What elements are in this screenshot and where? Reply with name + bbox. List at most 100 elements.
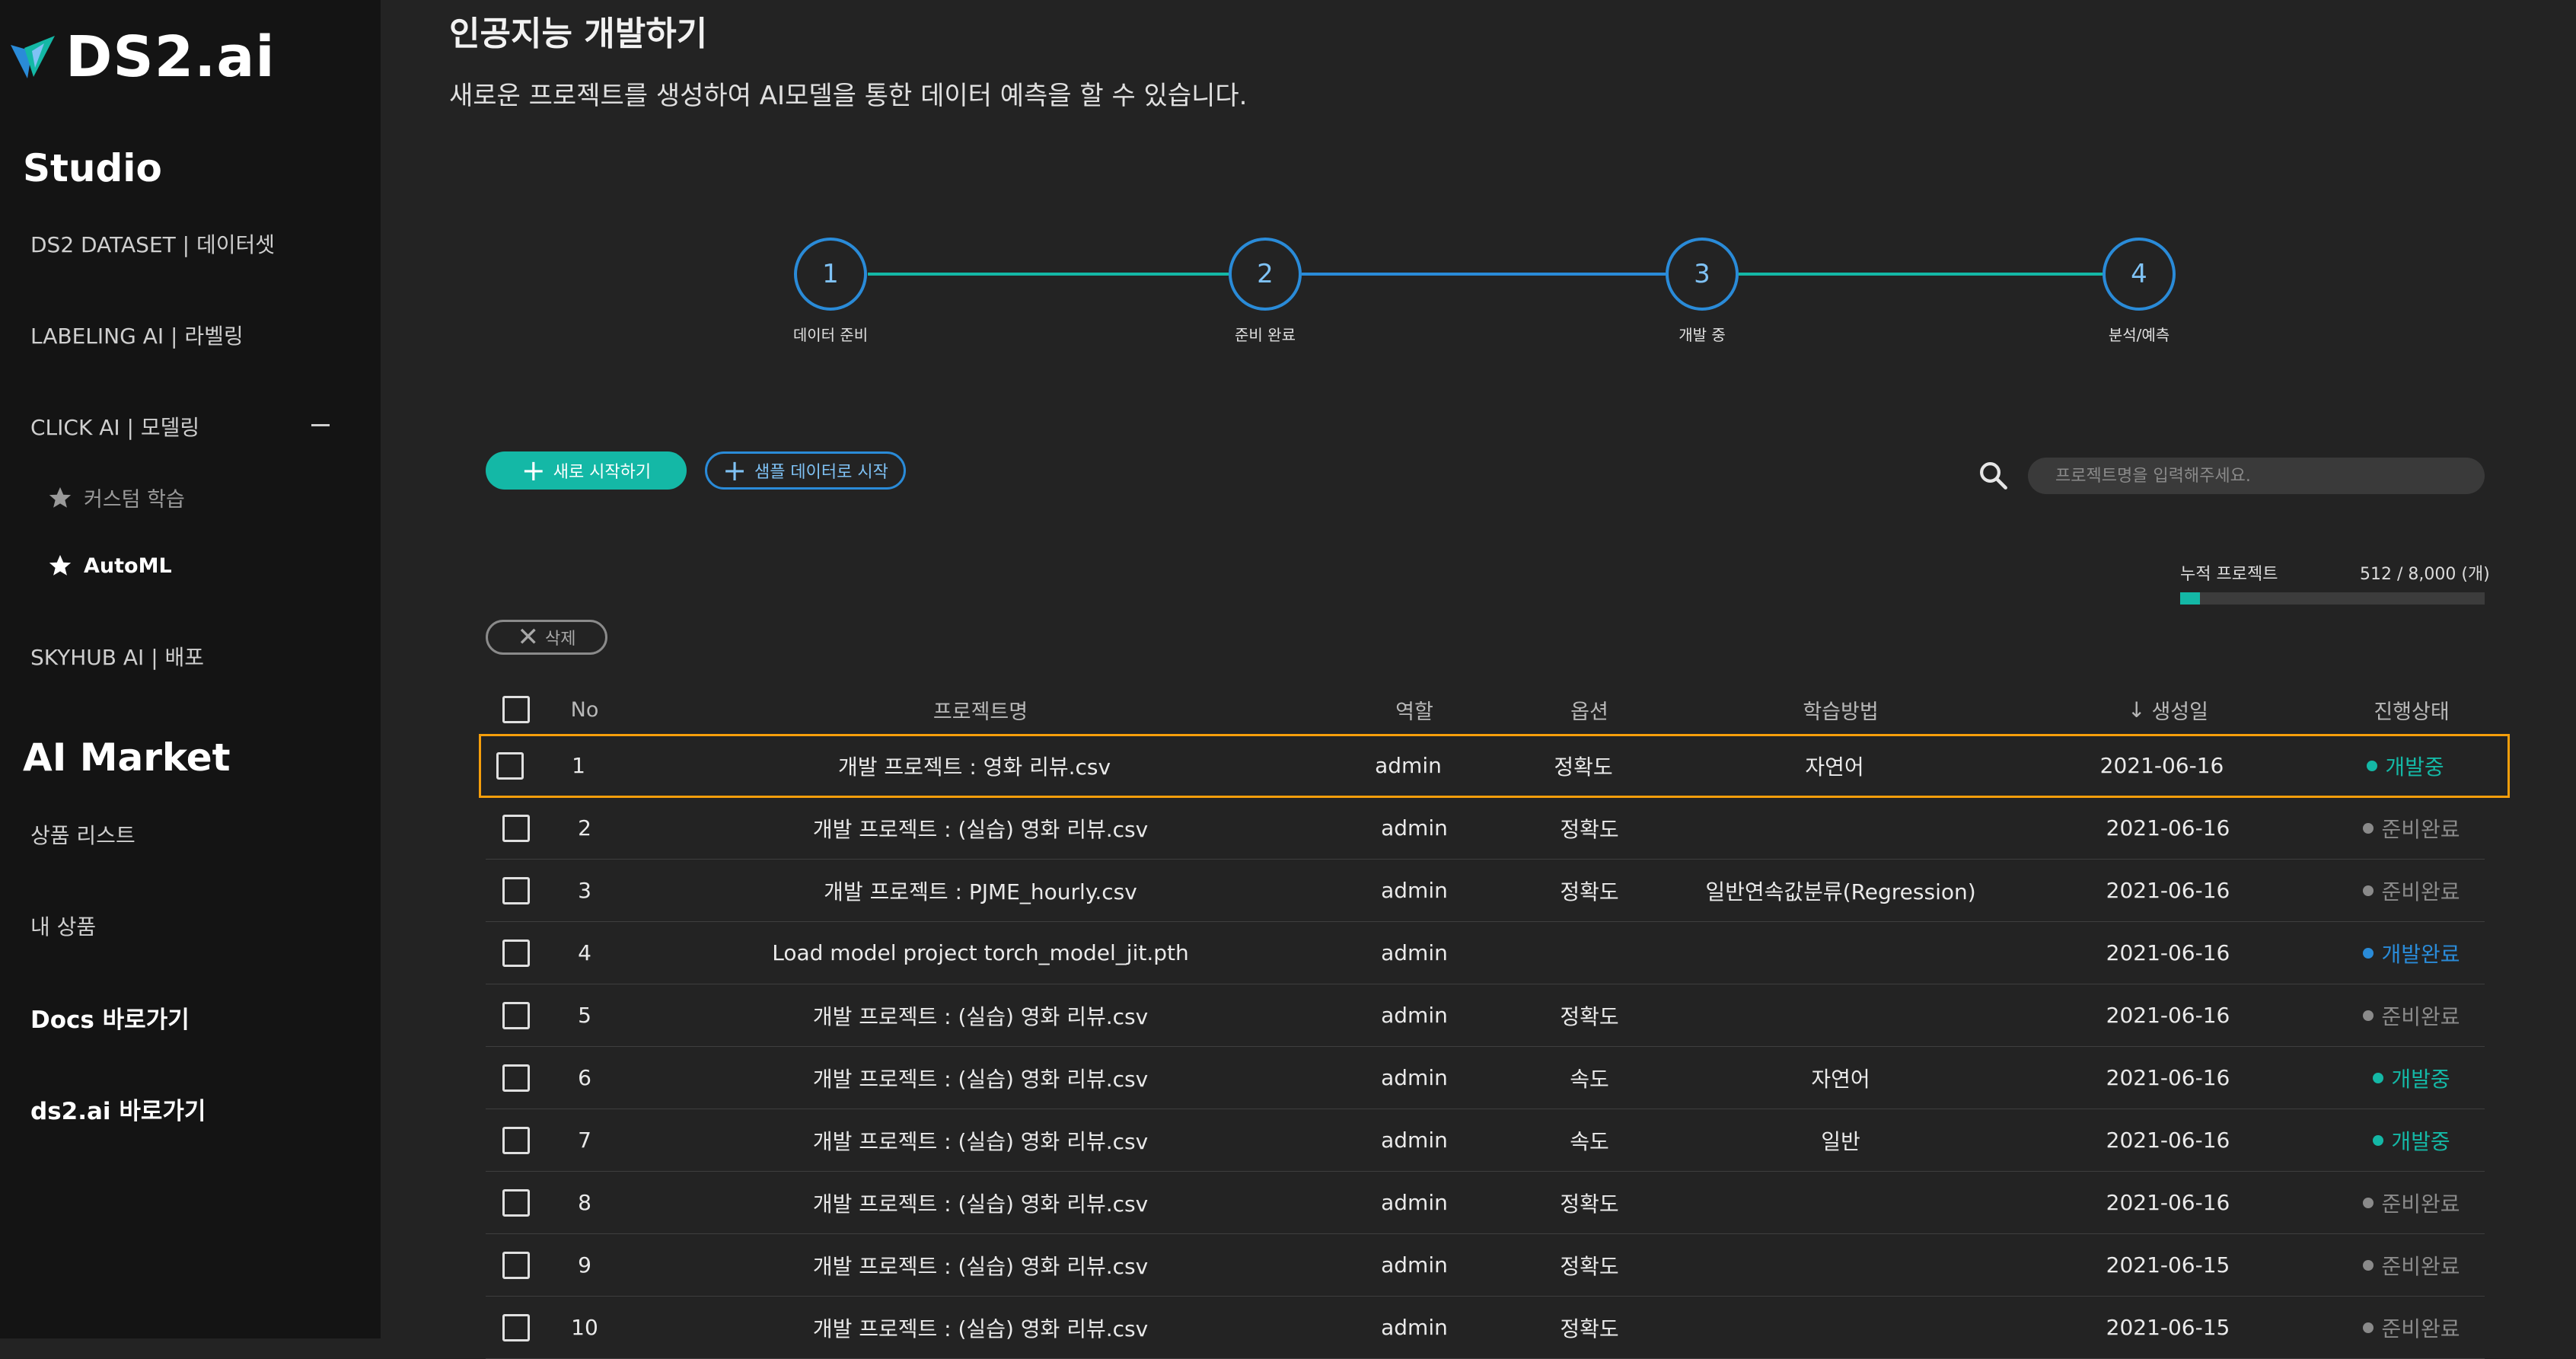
status-dot-icon	[2363, 885, 2374, 896]
row-option	[1490, 922, 1688, 984]
table-row[interactable]: 7 개발 프로젝트 : (실습) 영화 리뷰.csv admin 속도 일반 2021-0…	[486, 1109, 2485, 1172]
row-method: 일반	[1821, 1128, 1860, 1154]
row-option: 속도	[1570, 1128, 1609, 1154]
row-no: 1	[572, 753, 585, 778]
row-date: 2021-06-15	[2106, 1315, 2230, 1340]
table-row[interactable]: 10 개발 프로젝트 : (실습) 영화 리뷰.csv admin 정확도 2021-0…	[486, 1297, 2485, 1359]
table-row[interactable]: 2 개발 프로젝트 : (실습) 영화 리뷰.csv admin 정확도 2021-06…	[486, 797, 2485, 860]
row-no: 8	[578, 1190, 591, 1215]
row-no: 3	[578, 878, 591, 903]
row-option: 정확도	[1554, 754, 1613, 780]
logo[interactable]: DS2.ai	[9, 23, 276, 91]
row-checkbox[interactable]	[502, 814, 530, 842]
table-row[interactable]: 8 개발 프로젝트 : (실습) 영화 리뷰.csv admin 정확도 2021-06…	[486, 1172, 2485, 1234]
sidebar-item-automl[interactable]: AutoML	[47, 553, 172, 579]
row-method: 일반연속값분류(Regression)	[1705, 879, 1976, 904]
status-dot-icon	[2363, 947, 2374, 959]
sidebar-item-skyhub[interactable]: SKYHUB AI | 배포	[30, 641, 204, 672]
row-option: 정확도	[1560, 1003, 1619, 1029]
row-project-name[interactable]: Load model project torch_model_jit.pth	[623, 922, 1338, 984]
status-dot-icon	[2363, 1197, 2374, 1208]
docs-link[interactable]: Docs 바로가기	[30, 1000, 190, 1035]
header-no: No	[570, 697, 599, 722]
collapse-minus-icon[interactable]	[311, 415, 330, 435]
row-project-name[interactable]: 개발 프로젝트 : (실습) 영화 리뷰.csv	[623, 1047, 1338, 1109]
row-project-name[interactable]: 개발 프로젝트 : (실습) 영화 리뷰.csv	[623, 1297, 1338, 1358]
row-status: 개발완료	[2313, 922, 2511, 984]
row-option: 정확도	[1560, 1316, 1619, 1341]
row-project-name[interactable]: 개발 프로젝트 : (실습) 영화 리뷰.csv	[623, 984, 1338, 1046]
header-status: 진행상태	[2374, 700, 2450, 724]
row-project-name[interactable]: 개발 프로젝트 : (실습) 영화 리뷰.csv	[623, 797, 1338, 859]
row-project-name[interactable]: 개발 프로젝트 : (실습) 영화 리뷰.csv	[623, 1234, 1338, 1296]
row-date: 2021-06-15	[2106, 1252, 2230, 1278]
row-option: 정확도	[1560, 816, 1619, 842]
row-role: admin	[1381, 1003, 1448, 1028]
sidebar-item-custom-training[interactable]: 커스텀 학습	[47, 483, 185, 512]
row-status: 준비완료	[2313, 1297, 2511, 1358]
search-icon[interactable]	[1977, 459, 2009, 491]
row-role: admin	[1375, 753, 1442, 778]
row-checkbox-cell	[486, 984, 547, 1046]
row-status: 준비완료	[2313, 984, 2511, 1046]
cumulative-progress-bar	[2180, 592, 2485, 605]
step-4-circle: 4	[2103, 238, 2176, 311]
row-checkbox[interactable]	[502, 876, 530, 904]
row-no: 7	[578, 1128, 591, 1153]
row-date: 2021-06-16	[2106, 1065, 2230, 1090]
status-dot-icon	[2363, 1010, 2374, 1021]
table-row[interactable]: 5 개발 프로젝트 : (실습) 영화 리뷰.csv admin 정확도 2021-06…	[486, 984, 2485, 1047]
new-project-button[interactable]: + 새로 시작하기	[486, 451, 687, 490]
ds2-site-link[interactable]: ds2.ai 바로가기	[30, 1092, 206, 1126]
new-project-label: 새로 시작하기	[553, 463, 652, 482]
row-checkbox[interactable]	[502, 1313, 530, 1341]
row-project-name[interactable]: 개발 프로젝트 : 영화 리뷰.csv	[617, 735, 1332, 796]
row-date: 2021-06-16	[2106, 815, 2230, 841]
search-input[interactable]	[2028, 458, 2485, 494]
row-status: 개발중	[2313, 1047, 2511, 1109]
cumulative-projects-value: 512 / 8,000 (개)	[2360, 565, 2490, 584]
row-date: 2021-06-16	[2106, 1190, 2230, 1215]
sidebar-item-clickai[interactable]: CLICK AI | 모델링	[30, 411, 199, 442]
sidebar-item-product-list[interactable]: 상품 리스트	[30, 819, 135, 850]
row-checkbox[interactable]	[502, 1251, 530, 1279]
table-row[interactable]: 1 개발 프로젝트 : 영화 리뷰.csv admin 정확도 자연어 2021-06-1…	[479, 734, 2510, 798]
row-checkbox[interactable]	[502, 1001, 530, 1029]
row-checkbox[interactable]	[502, 939, 530, 967]
status-dot-icon	[2373, 1134, 2384, 1146]
row-method	[1688, 1297, 1993, 1358]
row-project-name[interactable]: 개발 프로젝트 : (실습) 영화 리뷰.csv	[623, 1109, 1338, 1171]
row-role: admin	[1381, 1315, 1448, 1340]
row-status: 준비완료	[2313, 1172, 2511, 1233]
step-1-label: 데이터 준비	[792, 326, 869, 344]
row-status: 준비완료	[2313, 1234, 2511, 1296]
row-status: 준비완료	[2313, 860, 2511, 921]
table-row[interactable]: 9 개발 프로젝트 : (실습) 영화 리뷰.csv admin 정확도 2021-06…	[486, 1234, 2485, 1297]
row-checkbox[interactable]	[502, 1064, 530, 1092]
table-row[interactable]: 3 개발 프로젝트 : PJME_hourly.csv admin 정확도 일반연속값분…	[486, 860, 2485, 922]
status-text: 준비완료	[2381, 1003, 2460, 1029]
sidebar-item-my-products[interactable]: 내 상품	[30, 911, 96, 941]
row-project-name[interactable]: 개발 프로젝트 : PJME_hourly.csv	[623, 860, 1338, 921]
row-checkbox[interactable]	[502, 1126, 530, 1154]
row-checkbox-cell	[486, 1297, 547, 1358]
header-method: 학습방법	[1803, 700, 1879, 724]
table-row[interactable]: 4 Load model project torch_model_jit.pth a…	[486, 922, 2485, 984]
row-checkbox[interactable]	[502, 1188, 530, 1217]
header-date-sort[interactable]: ↓ 생성일	[2054, 678, 2282, 734]
status-text: 준비완료	[2381, 1253, 2460, 1279]
row-checkbox[interactable]	[496, 751, 524, 780]
row-checkbox-cell	[486, 797, 547, 859]
row-no: 4	[578, 940, 591, 965]
header-option: 옵션	[1570, 700, 1608, 724]
table-row[interactable]: 6 개발 프로젝트 : (실습) 영화 리뷰.csv admin 속도 자연어 2021-…	[486, 1047, 2485, 1109]
row-date: 2021-06-16	[2106, 878, 2230, 903]
row-project-name[interactable]: 개발 프로젝트 : (실습) 영화 리뷰.csv	[623, 1172, 1338, 1233]
cumulative-projects-label: 누적 프로젝트	[2180, 565, 2278, 584]
row-status: 준비완료	[2313, 797, 2511, 859]
status-text: 개발중	[2391, 1128, 2450, 1154]
select-all-checkbox[interactable]	[502, 696, 530, 723]
delete-button[interactable]: ✕ 삭제	[486, 620, 607, 655]
sample-data-button[interactable]: + 샘플 데이터로 시작	[705, 451, 906, 490]
row-option: 속도	[1570, 1066, 1609, 1092]
